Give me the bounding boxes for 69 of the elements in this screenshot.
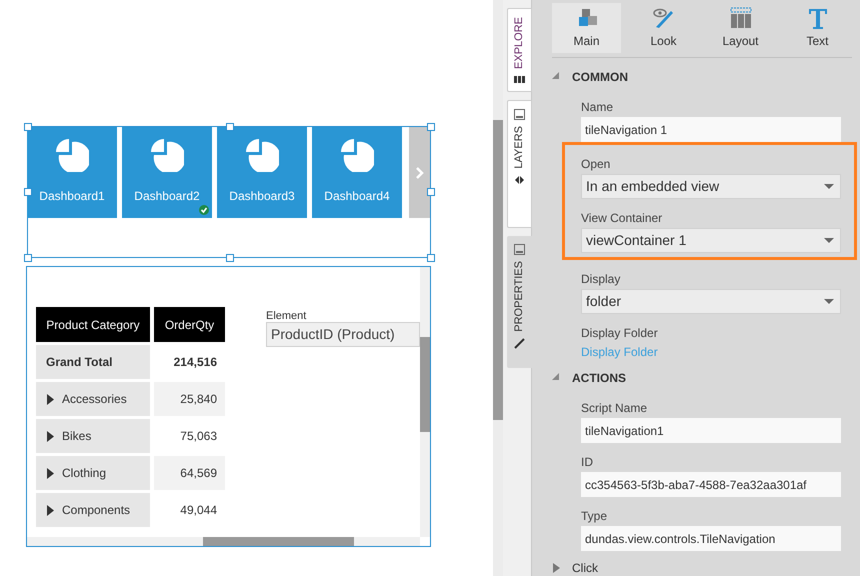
pie-chart-icon — [150, 139, 184, 172]
table-cell: Grand Total — [36, 345, 150, 379]
select-field[interactable]: viewContainer 1 — [581, 228, 841, 253]
element-dropdown[interactable]: ProductID (Product) — [266, 322, 420, 347]
pie-chart-icon — [56, 139, 88, 172]
column-header[interactable]: Product Category — [36, 307, 150, 342]
property-label: ID — [581, 455, 593, 469]
vertical-scrollbar[interactable] — [420, 267, 430, 537]
text-field[interactable]: cc354563-5f3b-aba7-4588-7ea32aa301af — [581, 472, 841, 497]
field-label: Element — [266, 309, 306, 324]
collapse-icon — [552, 373, 560, 383]
brush-icon — [652, 6, 674, 28]
pencil-icon — [514, 338, 525, 349]
table-cell: 25,840 — [154, 382, 225, 416]
toolbar-button[interactable]: Main — [552, 3, 621, 53]
columns-icon — [730, 6, 752, 28]
table-component-frame[interactable]: Product Category OrderQty Grand Total 214,516 Accessories 25,840 Bikes 75,063 Clothing 64,569 Components 49,044 Element ProductID (Product) — [26, 266, 431, 547]
column-header[interactable]: OrderQty — [154, 307, 225, 342]
property-label: Display — [581, 272, 620, 286]
text-field[interactable]: tileNavigation 1 — [581, 117, 841, 142]
table-cell: 64,569 — [154, 456, 225, 490]
resize-handle[interactable] — [24, 188, 32, 196]
select-field[interactable]: In an embedded view — [581, 174, 841, 199]
resize-handle[interactable] — [427, 123, 435, 131]
canvas-scrollbar[interactable] — [493, 0, 503, 576]
section-header[interactable]: ACTIONS — [552, 367, 852, 389]
property-label: Type — [581, 509, 608, 523]
caret-icon — [824, 238, 834, 243]
columns-icon — [514, 74, 525, 84]
side-tab[interactable]: EXPLORE — [507, 8, 532, 92]
pie-chart-icon — [246, 139, 278, 172]
text-icon — [806, 6, 828, 28]
side-tab[interactable]: LAYERS — [507, 100, 532, 228]
section-header[interactable]: COMMON — [552, 66, 852, 88]
select-field[interactable]: folder — [581, 289, 841, 314]
table-cell[interactable]: Accessories — [62, 390, 127, 408]
panel-icon — [514, 244, 525, 255]
caret-icon — [824, 299, 834, 304]
toolbar-button[interactable]: Layout — [706, 3, 775, 53]
resize-handle[interactable] — [427, 254, 435, 262]
table-cell[interactable]: Components — [62, 501, 130, 519]
scrollbar-thumb[interactable] — [203, 537, 354, 546]
table-cell[interactable]: Bikes — [62, 427, 92, 445]
resize-handle[interactable] — [226, 123, 234, 131]
resize-handle[interactable] — [427, 188, 435, 196]
resize-handle[interactable] — [24, 123, 32, 131]
collapse-icon — [552, 72, 560, 82]
caret-icon — [824, 184, 834, 189]
side-tab[interactable]: PROPERTIES — [507, 236, 532, 368]
pie-chart-icon — [340, 139, 374, 172]
horizontal-scrollbar[interactable] — [27, 537, 420, 546]
property-label: View Container — [581, 211, 662, 225]
scrollbar-thumb[interactable] — [493, 120, 503, 420]
property-label: Name — [581, 100, 614, 114]
text-field[interactable]: tileNavigation1 — [581, 418, 841, 443]
property-label: Display Folder — [581, 326, 658, 340]
scrollbar-thumb[interactable] — [420, 337, 430, 432]
resize-handle[interactable] — [24, 254, 32, 262]
resize-handle[interactable] — [226, 254, 234, 262]
toolbar-button[interactable]: Look — [629, 3, 698, 53]
expand-icon — [552, 563, 560, 573]
property-label: Script Name — [581, 401, 648, 415]
table-cell[interactable]: Clothing — [62, 464, 106, 482]
panel-icon — [514, 109, 525, 120]
property-label: Open — [581, 157, 610, 171]
chevron-right-icon — [415, 166, 424, 180]
text-field[interactable]: dundas.view.controls.TileNavigation — [581, 526, 841, 551]
toolbar-button[interactable]: Text — [783, 3, 852, 53]
section-header[interactable]: Click — [552, 557, 852, 576]
